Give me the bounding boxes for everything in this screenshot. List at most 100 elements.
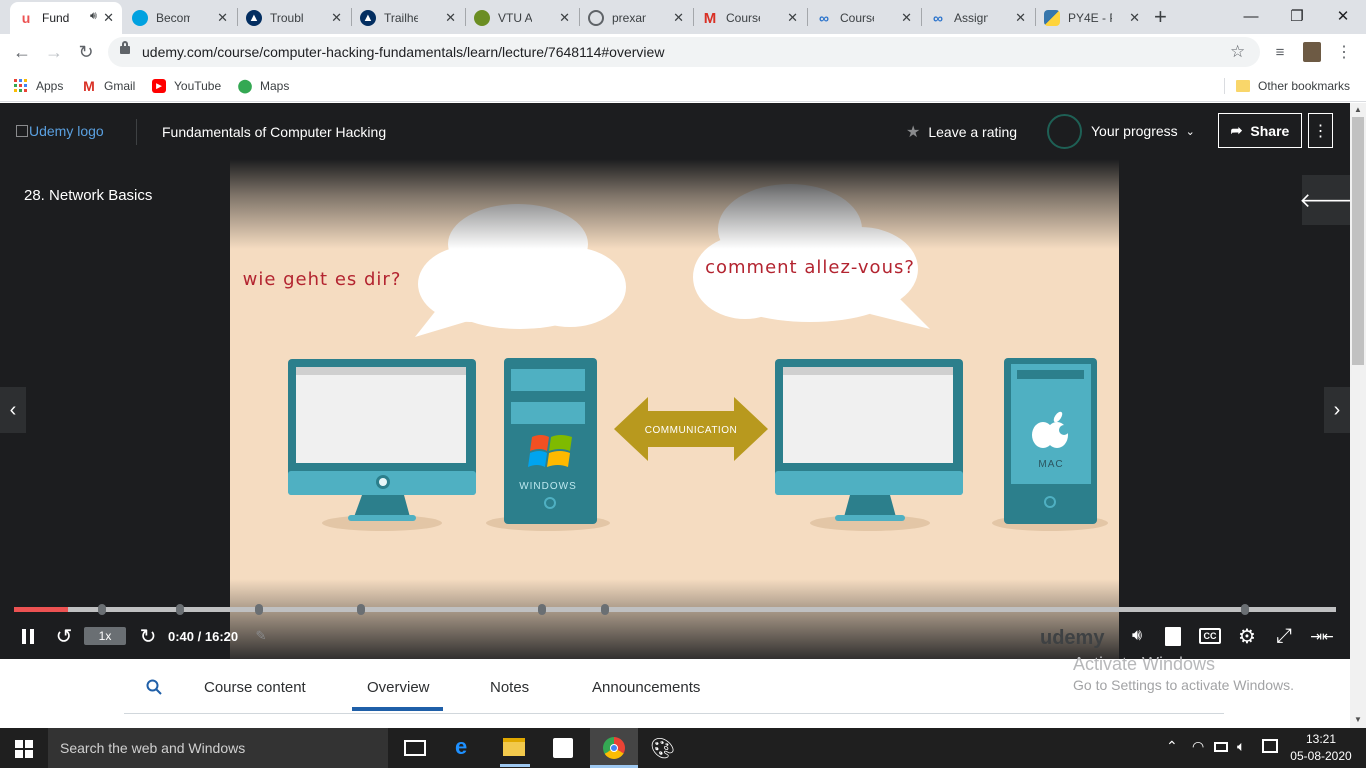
scrollbar-thumb[interactable] — [1352, 117, 1364, 365]
more-options-button[interactable]: ⋮ — [1308, 113, 1333, 148]
chapter-marker[interactable] — [357, 604, 365, 615]
playback-speed-button[interactable]: 1x — [84, 627, 126, 645]
edge-icon[interactable]: e — [455, 734, 467, 760]
star-icon: ★ — [906, 124, 921, 141]
course-title[interactable]: Fundamentals of Computer Hacking — [162, 124, 386, 140]
chapter-marker[interactable] — [255, 604, 263, 615]
tab-vtu[interactable]: VTU App ✕ — [466, 2, 578, 34]
close-tab-icon[interactable]: ✕ — [217, 10, 228, 26]
page-scrollbar[interactable]: ▲ ▼ — [1350, 103, 1366, 728]
udemy-watermark: udemy — [1040, 627, 1105, 649]
theater-mode-icon[interactable]: ⇥⇤ — [1308, 625, 1336, 647]
chapter-marker[interactable] — [601, 604, 609, 615]
menu-kebab-icon[interactable]: ⋮ — [1332, 40, 1356, 64]
tab-trailhead[interactable]: ▲ Trailhead ✕ — [352, 2, 464, 34]
media-control-icon[interactable]: ≡ — [1268, 40, 1292, 64]
windows-monitor — [288, 359, 476, 521]
chrome-taskbar-button[interactable] — [590, 728, 638, 768]
tab-notes[interactable]: Notes — [490, 679, 529, 696]
start-button[interactable] — [15, 740, 33, 763]
close-tab-icon[interactable]: ✕ — [103, 10, 114, 26]
bookmark-youtube[interactable]: ▶ YouTube — [152, 76, 221, 96]
chapter-marker[interactable] — [176, 604, 184, 615]
tab-py4e[interactable]: PY4E - Py ✕ — [1036, 2, 1148, 34]
tab-coursera[interactable]: ∞ Coursera ✕ — [808, 2, 920, 34]
paint-icon[interactable]: 🎨︎ — [650, 736, 675, 761]
wifi-icon[interactable]: ◠ — [1192, 738, 1204, 755]
fullscreen-icon[interactable]: ⤢ — [1272, 625, 1296, 647]
tab-prexam[interactable]: prexam.v ✕ — [580, 2, 692, 34]
bookmark-gmail[interactable]: M Gmail — [82, 76, 135, 96]
close-tab-icon[interactable]: ✕ — [559, 10, 570, 26]
course-header: Udemy logo Fundamentals of Computer Hack… — [0, 103, 1350, 159]
your-progress-dropdown[interactable]: Your progress ⌄ — [1091, 123, 1195, 139]
tab-gmail-coursera[interactable]: M Coursera ✕ — [694, 2, 806, 34]
task-view-icon[interactable] — [404, 740, 426, 756]
tab-troubleshoot[interactable]: ▲ Troubles ✕ — [238, 2, 350, 34]
close-tab-icon[interactable]: ✕ — [1015, 10, 1026, 26]
other-bookmarks[interactable]: Other bookmarks — [1236, 76, 1350, 96]
speaker-icon[interactable]: 🔊︎ — [90, 10, 97, 23]
close-tab-icon[interactable]: ✕ — [1129, 10, 1140, 26]
transcript-icon[interactable] — [1163, 625, 1183, 647]
share-button[interactable]: ➦ Share — [1218, 113, 1302, 148]
url-text: udemy.com/course/computer-hacking-fundam… — [142, 44, 665, 60]
forward-button[interactable]: → — [42, 40, 66, 64]
chapter-marker[interactable] — [1241, 604, 1249, 615]
chapter-marker[interactable] — [538, 604, 546, 615]
taskbar-search-box[interactable]: Search the web and Windows — [48, 728, 388, 768]
forward-5-icon[interactable]: ↻ — [136, 625, 160, 648]
close-tab-icon[interactable]: ✕ — [445, 10, 456, 26]
udemy-logo[interactable]: Udemy logo — [16, 123, 104, 139]
progress-ring-icon[interactable] — [1047, 114, 1082, 149]
maximize-button[interactable]: ❐ — [1274, 0, 1320, 32]
action-center-icon[interactable] — [1262, 739, 1278, 753]
chapter-marker[interactable] — [98, 604, 106, 615]
tab-salesforce[interactable]: Become ✕ — [124, 2, 236, 34]
close-tab-icon[interactable]: ✕ — [673, 10, 684, 26]
expand-sidebar-button[interactable]: 🡐 — [1299, 175, 1353, 225]
minimize-button[interactable]: — — [1228, 0, 1274, 32]
show-hidden-icons[interactable]: ⌃ — [1166, 738, 1178, 755]
youtube-icon: ▶ — [152, 79, 166, 93]
reload-button[interactable]: ↻ — [74, 40, 98, 64]
browser-toolbar: ← → ↻ udemy.com/course/computer-hacking-… — [0, 34, 1366, 70]
previous-lecture-button[interactable]: ‹ — [0, 387, 26, 433]
volume-icon[interactable]: 🔈︎ — [1237, 738, 1245, 755]
pause-button[interactable] — [18, 625, 38, 647]
tab-announcements[interactable]: Announcements — [592, 679, 700, 696]
star-icon[interactable]: ☆ — [1230, 42, 1245, 62]
video-player[interactable]: WINDOWS COMMUNICATION MAC wie geht es di… — [0, 159, 1353, 659]
file-explorer-icon[interactable] — [503, 738, 525, 756]
tab-udemy-active[interactable]: u Fund 🔊︎ ✕ — [10, 2, 122, 34]
rewind-5-icon[interactable]: ↺ — [52, 625, 76, 648]
clock[interactable]: 13:21 05-08-2020 — [1290, 732, 1352, 763]
mac-label: MAC — [1038, 459, 1063, 470]
battery-icon[interactable] — [1214, 742, 1228, 752]
profile-avatar[interactable] — [1303, 42, 1321, 62]
tab-overview[interactable]: Overview — [367, 679, 430, 696]
bubble-text-right: comment allez-vous? — [705, 257, 915, 278]
bookmark-apps[interactable]: Apps — [14, 76, 63, 96]
tab-assignment[interactable]: ∞ Assignm ✕ — [922, 2, 1034, 34]
close-window-button[interactable]: ✕ — [1320, 0, 1366, 32]
close-tab-icon[interactable]: ✕ — [901, 10, 912, 26]
back-button[interactable]: ← — [10, 40, 34, 64]
close-tab-icon[interactable]: ✕ — [787, 10, 798, 26]
close-tab-icon[interactable]: ✕ — [331, 10, 342, 26]
bookmark-maps[interactable]: ⬤ Maps — [238, 76, 290, 96]
clock-time: 13:21 — [1305, 732, 1337, 746]
leave-rating-button[interactable]: ★ Leave a rating — [906, 122, 1017, 142]
settings-gear-icon[interactable]: ⚙ — [1236, 625, 1258, 648]
tab-title: prexam.v — [612, 11, 646, 25]
tab-course-content[interactable]: Course content — [204, 679, 306, 696]
address-bar[interactable]: udemy.com/course/computer-hacking-fundam… — [108, 37, 1260, 67]
volume-icon[interactable]: 🔊︎ — [1126, 625, 1148, 647]
search-icon[interactable] — [146, 679, 162, 700]
new-tab-button[interactable]: + — [1154, 4, 1167, 30]
captions-icon[interactable]: CC — [1199, 625, 1221, 647]
video-progress-bar[interactable] — [14, 607, 1336, 612]
store-icon[interactable] — [553, 738, 573, 758]
next-lecture-button[interactable]: › — [1324, 387, 1350, 433]
add-note-icon[interactable]: ✎ — [252, 625, 270, 647]
